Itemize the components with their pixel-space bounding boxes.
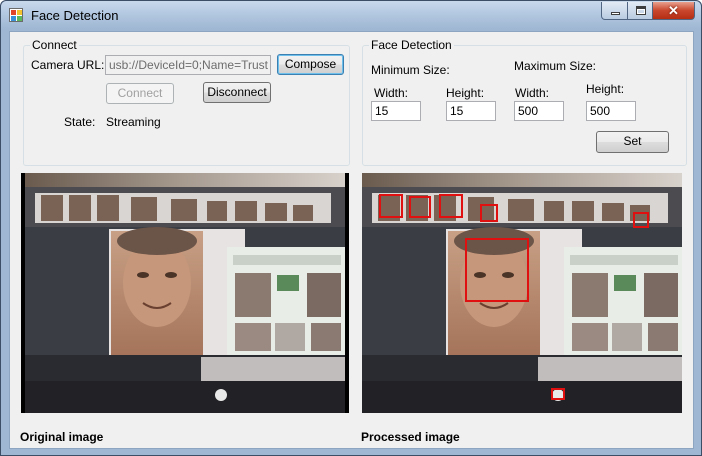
min-height-input[interactable]: 15 bbox=[446, 101, 496, 121]
face-detection-group-label: Face Detection bbox=[369, 38, 454, 52]
max-width-input[interactable]: 500 bbox=[514, 101, 564, 121]
camera-url-label: Camera URL: bbox=[31, 58, 105, 72]
maximum-size-label: Maximum Size: bbox=[514, 59, 597, 73]
max-height-label: Height: bbox=[586, 82, 625, 96]
processed-image-caption: Processed image bbox=[361, 430, 460, 444]
maximize-icon bbox=[636, 6, 646, 15]
original-image bbox=[21, 173, 349, 413]
min-width-input[interactable]: 15 bbox=[371, 101, 421, 121]
connect-group-label: Connect bbox=[30, 38, 79, 52]
minimum-size-label: Minimum Size: bbox=[371, 63, 450, 77]
minimize-icon bbox=[611, 12, 620, 15]
set-button[interactable]: Set bbox=[596, 131, 669, 153]
compose-button[interactable]: Compose bbox=[277, 54, 344, 75]
disconnect-button[interactable]: Disconnect bbox=[203, 82, 271, 103]
connect-button[interactable]: Connect bbox=[106, 83, 174, 104]
minimize-button[interactable] bbox=[601, 2, 628, 20]
min-width-label: Width: bbox=[374, 86, 409, 100]
state-label: State: bbox=[64, 115, 96, 129]
original-image-caption: Original image bbox=[20, 430, 104, 444]
processed-image bbox=[362, 173, 682, 413]
maximize-button[interactable] bbox=[627, 2, 653, 20]
max-width-label: Width: bbox=[515, 86, 550, 100]
min-height-label: Height: bbox=[446, 86, 485, 100]
camera-url-field[interactable]: usb://DeviceId=0;Name=Trust W bbox=[105, 55, 271, 75]
title-bar[interactable]: Face Detection ✕ bbox=[1, 1, 701, 29]
window-title: Face Detection bbox=[31, 8, 119, 23]
close-icon: ✕ bbox=[668, 3, 679, 18]
state-value: Streaming bbox=[106, 115, 161, 129]
app-window: Face Detection ✕ Connect Camera URL: usb… bbox=[0, 0, 702, 456]
client-area: Connect Camera URL: usb://DeviceId=0;Nam… bbox=[9, 31, 694, 449]
close-button[interactable]: ✕ bbox=[652, 2, 695, 20]
app-icon bbox=[9, 8, 23, 22]
max-height-input[interactable]: 500 bbox=[586, 101, 636, 121]
